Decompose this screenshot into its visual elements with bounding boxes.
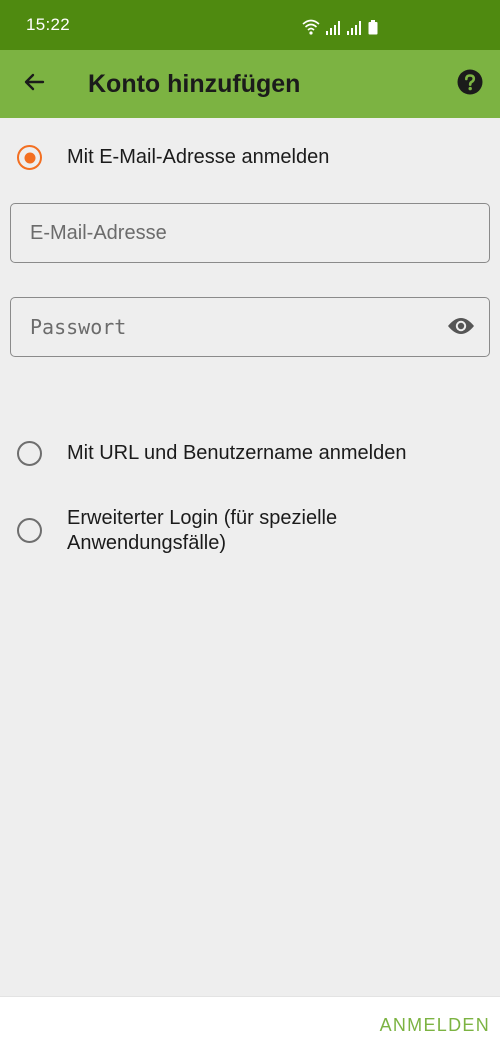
eye-icon (447, 316, 475, 341)
battery-icon (368, 20, 378, 35)
help-button[interactable] (456, 69, 484, 100)
back-button[interactable] (14, 64, 54, 104)
page-title: Konto hinzufügen (88, 70, 301, 98)
email-field[interactable] (11, 204, 489, 262)
signal-icon (326, 21, 341, 35)
email-field-box (10, 203, 490, 263)
option-url-login[interactable]: Mit URL und Benutzername anmelden (0, 441, 500, 467)
option-extended-label: Erweiterter Login (für spezielle Anwendu… (67, 507, 338, 554)
option-url-label: Mit URL und Benutzername anmelden (67, 442, 407, 464)
password-field[interactable] (11, 298, 489, 356)
login-button[interactable]: ANMELDEN (380, 1015, 490, 1036)
toggle-password-visibility-button[interactable] (447, 314, 475, 342)
status-icons (302, 19, 378, 35)
signal-icon-2 (347, 21, 362, 35)
help-circle-icon (457, 69, 483, 100)
screen: 15:22 Konto hinzufügen Mit E-Mail-Adress… (0, 0, 500, 1056)
wifi-icon (302, 19, 320, 35)
bottom-bar: ANMELDEN (0, 996, 500, 1056)
radio-url-login[interactable] (17, 441, 42, 466)
arrow-back-icon (22, 70, 46, 99)
radio-extended-login[interactable] (17, 518, 42, 543)
status-bar: 15:22 (0, 0, 500, 50)
status-time: 15:22 (26, 15, 71, 34)
option-extended-login[interactable]: Erweiterter Login (für spezielle Anwendu… (0, 506, 500, 558)
app-bar: Konto hinzufügen (0, 50, 500, 118)
option-email-label: Mit E-Mail-Adresse anmelden (67, 146, 330, 168)
option-email-login[interactable]: Mit E-Mail-Adresse anmelden (0, 145, 500, 171)
radio-email-login[interactable] (17, 145, 42, 170)
password-field-box (10, 297, 490, 357)
